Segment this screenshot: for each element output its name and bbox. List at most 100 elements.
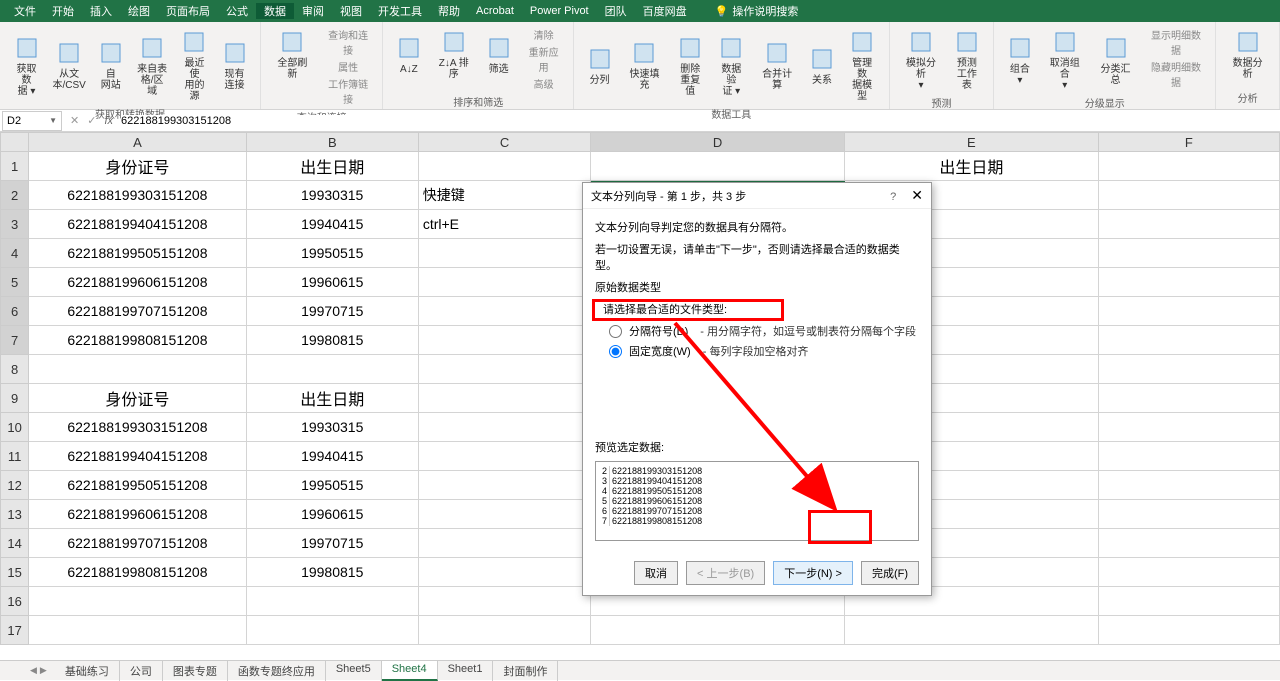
ribbon-button[interactable]: 取消组合 ▾ — [1039, 26, 1090, 93]
sheet-tab[interactable]: 封面制作 — [493, 661, 558, 681]
sheet-tab[interactable]: 函数专题终应用 — [228, 661, 326, 681]
menu-insert[interactable]: 插入 — [82, 3, 120, 19]
cell[interactable]: 19940415 — [247, 210, 419, 239]
tab-nav-arrows[interactable]: ◀▶ — [30, 665, 47, 676]
ribbon-button[interactable]: 数据分析 — [1222, 26, 1273, 82]
cell[interactable] — [1099, 152, 1280, 181]
cell[interactable] — [247, 587, 419, 616]
ribbon-button[interactable]: 现有 连接 — [215, 26, 254, 104]
next-button[interactable]: 下一步(N) > — [773, 561, 853, 585]
menu-acrobat[interactable]: Acrobat — [468, 5, 522, 17]
ribbon-small-button[interactable]: 隐藏明细数据 — [1143, 58, 1209, 90]
menu-help[interactable]: 帮助 — [430, 3, 468, 19]
cell[interactable]: 622188199808151208 — [29, 326, 246, 355]
row-header[interactable]: 1 — [0, 152, 29, 181]
menu-formulas[interactable]: 公式 — [218, 3, 256, 19]
ribbon-button[interactable]: A↓Z — [389, 26, 428, 82]
row-header[interactable]: 4 — [0, 239, 29, 268]
cell[interactable]: 622188199707151208 — [29, 297, 246, 326]
radio-fixed-width-input[interactable] — [609, 345, 622, 358]
col-header-F[interactable]: F — [1099, 132, 1280, 152]
cell[interactable]: 19930315 — [247, 413, 419, 442]
ribbon-button[interactable]: 合并计算 — [752, 26, 803, 104]
cell[interactable] — [1099, 384, 1280, 413]
cell[interactable] — [1099, 529, 1280, 558]
cell[interactable] — [29, 587, 246, 616]
tell-me-search[interactable]: 💡 操作说明搜索 — [715, 3, 799, 19]
cell[interactable]: 622188199404151208 — [29, 210, 246, 239]
cell[interactable] — [1099, 181, 1280, 210]
cell[interactable] — [1099, 268, 1280, 297]
ribbon-button[interactable]: 关系 — [803, 26, 842, 104]
sheet-tab[interactable]: Sheet5 — [326, 661, 382, 681]
cell[interactable] — [1099, 413, 1280, 442]
row-header[interactable]: 3 — [0, 210, 29, 239]
cell[interactable] — [29, 616, 246, 645]
cell[interactable]: 19940415 — [247, 442, 419, 471]
row-header[interactable]: 6 — [0, 297, 29, 326]
col-header-E[interactable]: E — [845, 132, 1099, 152]
cell[interactable] — [591, 616, 845, 645]
cell[interactable]: 快捷键 — [419, 181, 592, 210]
back-button[interactable]: < 上一步(B) — [686, 561, 765, 585]
cell[interactable]: 622188199303151208 — [29, 413, 246, 442]
ribbon-button[interactable]: 来自表 格/区域 — [130, 26, 174, 104]
row-header[interactable]: 14 — [0, 529, 29, 558]
close-icon[interactable]: ✕ — [911, 187, 923, 203]
cell[interactable] — [591, 152, 845, 181]
menu-pagelayout[interactable]: 页面布局 — [158, 3, 218, 19]
cell[interactable] — [419, 587, 592, 616]
select-all-corner[interactable] — [0, 132, 29, 152]
cell[interactable] — [1099, 442, 1280, 471]
cell[interactable] — [247, 616, 419, 645]
cell[interactable] — [1099, 210, 1280, 239]
cell[interactable]: 19960615 — [247, 500, 419, 529]
row-header[interactable]: 11 — [0, 442, 29, 471]
cell[interactable]: 19970715 — [247, 297, 419, 326]
row-header[interactable]: 10 — [0, 413, 29, 442]
ribbon-button[interactable]: 分列 — [580, 26, 619, 104]
cell[interactable]: 19930315 — [247, 181, 419, 210]
cell[interactable]: 19980815 — [247, 558, 419, 587]
ribbon-small-button[interactable]: 工作簿链接 — [320, 75, 377, 107]
cell[interactable] — [845, 616, 1099, 645]
ribbon-button[interactable]: 分类汇总 — [1090, 26, 1141, 93]
ribbon-button[interactable]: 模拟分析 ▾ — [896, 26, 947, 93]
ribbon-button[interactable]: 筛选 — [479, 26, 518, 82]
sheet-tab[interactable]: Sheet1 — [438, 661, 494, 681]
cell[interactable]: 出生日期 — [247, 152, 419, 181]
ribbon-button[interactable]: 从文 本/CSV — [47, 26, 91, 104]
cell[interactable]: 622188199505151208 — [29, 471, 246, 500]
ribbon-small-button[interactable]: 清除 — [520, 26, 567, 43]
cell[interactable] — [419, 616, 592, 645]
sheet-tab[interactable]: 公司 — [120, 661, 163, 681]
cell[interactable] — [1099, 500, 1280, 529]
row-header[interactable]: 2 — [0, 181, 29, 210]
cell[interactable]: 19960615 — [247, 268, 419, 297]
cell[interactable]: 622188199404151208 — [29, 442, 246, 471]
cell[interactable] — [419, 558, 592, 587]
menu-team[interactable]: 团队 — [597, 3, 635, 19]
cell[interactable]: 19970715 — [247, 529, 419, 558]
cell[interactable]: 19980815 — [247, 326, 419, 355]
cell[interactable] — [1099, 326, 1280, 355]
cell[interactable] — [1099, 616, 1280, 645]
ribbon-button[interactable]: 组合 ▾ — [1000, 26, 1039, 93]
cell[interactable]: 身份证号 — [29, 384, 246, 413]
ribbon-button[interactable]: 获取数 据 ▾ — [6, 26, 47, 104]
cell[interactable] — [1099, 471, 1280, 500]
radio-delimited[interactable]: 分隔符号(D) - 用分隔字符，如逗号或制表符分隔每个字段 — [609, 323, 919, 339]
menu-baidu[interactable]: 百度网盘 — [635, 3, 695, 19]
ribbon-button[interactable]: 快速填充 — [619, 26, 670, 104]
row-header[interactable]: 12 — [0, 471, 29, 500]
menu-view[interactable]: 视图 — [332, 3, 370, 19]
cell[interactable] — [419, 239, 592, 268]
menu-developer[interactable]: 开发工具 — [370, 3, 430, 19]
name-box[interactable]: D2 ▼ — [2, 111, 62, 131]
cell[interactable]: 身份证号 — [29, 152, 246, 181]
formula-input[interactable] — [121, 115, 521, 127]
cell[interactable] — [419, 442, 592, 471]
ribbon-button[interactable]: 全部刷新 — [267, 26, 318, 82]
confirm-icon[interactable]: ✓ — [87, 114, 96, 127]
dialog-titlebar[interactable]: 文本分列向导 - 第 1 步，共 3 步 ? ✕ — [583, 183, 931, 209]
